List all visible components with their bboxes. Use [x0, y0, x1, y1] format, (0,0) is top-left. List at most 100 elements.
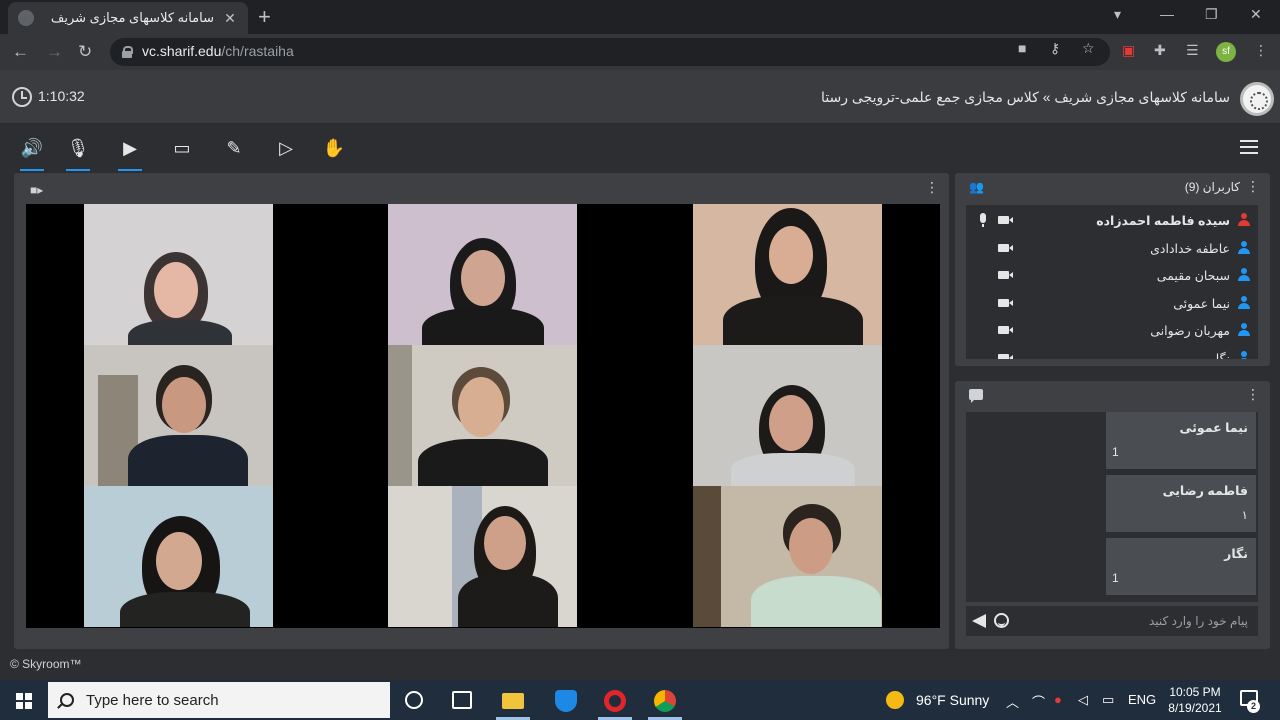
video-tile[interactable]	[388, 345, 577, 486]
task-view-icon[interactable]	[452, 691, 472, 709]
chat-more-icon[interactable]: ⋮	[1246, 386, 1260, 403]
breadcrumb: سامانه کلاسهای مجازی شریف » کلاس مجازی ج…	[821, 89, 1230, 105]
chat-messages: نیما عموئی 1 فاطمه رضایی ۱ نگار 1	[966, 412, 1258, 602]
video-tile[interactable]	[388, 486, 577, 627]
user-camera-icon	[998, 271, 1013, 279]
emoji-icon[interactable]	[994, 613, 1009, 628]
weather-text[interactable]: 96°F Sunny	[916, 692, 989, 708]
minimize-icon[interactable]: —	[1160, 6, 1174, 22]
send-icon[interactable]	[972, 614, 986, 628]
browser-tab-bar: سامانه کلاسهای مجازی شریف ✕ + ▾ — ❐ ✕	[0, 0, 1280, 34]
search-placeholder: Type here to search	[86, 691, 219, 709]
camera-permission-icon[interactable]: ■	[1018, 40, 1026, 56]
clock-time: 10:05 PM	[1169, 685, 1221, 699]
user-row[interactable]: عاطفه خدادادی	[966, 235, 1258, 262]
menu-icon[interactable]	[1240, 140, 1258, 154]
user-icon	[1238, 213, 1250, 227]
language-indicator[interactable]: ENG	[1128, 692, 1156, 707]
video-tile[interactable]	[693, 486, 882, 627]
video-tile[interactable]	[693, 204, 882, 345]
users-more-icon[interactable]: ⋮	[1246, 178, 1260, 195]
media-control-icon[interactable]: ☰	[1186, 42, 1199, 59]
back-arrow-icon[interactable]: ←	[12, 42, 29, 62]
user-name: نگار	[1209, 351, 1230, 360]
windows-start-icon[interactable]	[16, 693, 32, 709]
user-icon	[1238, 268, 1250, 282]
users-list: سیده فاطمه احمدزاده عاطفه خدادادی سبحان مق…	[966, 205, 1258, 359]
screen-share-icon[interactable]: ▭	[170, 136, 194, 160]
video-tile[interactable]	[693, 345, 882, 486]
tab-close-icon[interactable]: ✕	[222, 10, 238, 27]
close-window-icon[interactable]: ✕	[1250, 6, 1262, 23]
video-tile[interactable]	[84, 345, 273, 486]
search-icon	[60, 693, 74, 707]
users-panel-title: کاربران (9)	[1184, 180, 1240, 194]
message-author: نگار	[1224, 547, 1248, 561]
user-row[interactable]: مهربان رضوانی	[966, 317, 1258, 344]
shield-app-icon[interactable]	[555, 690, 577, 712]
taskbar-search[interactable]: Type here to search	[48, 682, 390, 718]
new-tab-button[interactable]: +	[258, 6, 271, 28]
brush-icon[interactable]: ✎	[222, 136, 246, 160]
message-author: فاطمه رضایی	[1162, 484, 1248, 498]
url-field[interactable]: vc.sharif.edu/ch/rastaiha	[110, 38, 1110, 66]
tab-favicon-icon	[18, 10, 34, 26]
show-hidden-icons[interactable]: ︿	[1006, 692, 1019, 711]
user-row[interactable]: سبحان مقیمی	[966, 262, 1258, 289]
camera-icon[interactable]: ▶	[118, 136, 142, 171]
user-name: مهربان رضوانی	[1150, 324, 1230, 338]
video-tile[interactable]	[84, 486, 273, 627]
restore-icon[interactable]: ❐	[1205, 6, 1218, 23]
copyright: © Skyroom™	[10, 657, 82, 671]
user-row[interactable]: نیما عموئی	[966, 290, 1258, 317]
video-tile[interactable]	[388, 204, 577, 345]
bookmark-star-icon[interactable]: ☆	[1082, 40, 1095, 57]
video-tile[interactable]	[84, 204, 273, 345]
battery-icon[interactable]: ▭	[1102, 692, 1114, 708]
extension-icon[interactable]: ▣	[1122, 42, 1135, 59]
chrome-icon[interactable]	[654, 690, 676, 712]
opera-icon[interactable]	[604, 690, 626, 712]
video-camera-icon: ■▸	[30, 183, 44, 197]
clock-date: 8/19/2021	[1168, 701, 1222, 715]
microphone-icon[interactable]: 🎙	[66, 136, 90, 171]
speaker-icon[interactable]: 🔊	[20, 136, 44, 171]
user-mic-icon	[980, 213, 986, 227]
user-name: نیما عموئی	[1173, 296, 1230, 311]
clock-icon	[12, 87, 32, 107]
lock-icon	[122, 46, 133, 58]
tab-search-icon[interactable]: ▾	[1114, 6, 1121, 23]
user-row[interactable]: سیده فاطمه احمدزاده	[966, 207, 1258, 234]
play-icon[interactable]: ▷	[274, 136, 298, 160]
warning-icon[interactable]: ●	[1054, 692, 1062, 707]
video-more-icon[interactable]: ⋮	[925, 179, 939, 196]
key-icon[interactable]: ⚷	[1050, 40, 1060, 57]
address-bar: ← → ↻ vc.sharif.edu/ch/rastaiha ■ ⚷ ☆ ▣ …	[0, 34, 1280, 70]
message-text: 1	[1112, 571, 1119, 585]
user-camera-icon	[998, 216, 1013, 224]
user-camera-icon	[998, 353, 1013, 359]
user-icon	[1238, 295, 1250, 310]
user-row[interactable]: نگار	[966, 345, 1258, 360]
clock[interactable]: 10:05 PM 8/19/2021	[1160, 684, 1230, 716]
volume-icon[interactable]: ◁	[1078, 692, 1088, 708]
chat-input[interactable]: پیام خود را وارد کنید	[1149, 614, 1248, 628]
user-camera-icon	[998, 298, 1013, 307]
browser-tab[interactable]: سامانه کلاسهای مجازی شریف ✕	[8, 2, 248, 34]
browser-menu-icon[interactable]: ⋮	[1254, 42, 1268, 59]
app-header: 1:10:32 سامانه کلاسهای مجازی شریف » کلاس…	[0, 70, 1280, 124]
user-icon	[1238, 350, 1250, 359]
user-icon	[1238, 240, 1250, 255]
reload-icon[interactable]: ↻	[78, 42, 92, 62]
raise-hand-icon[interactable]: ✋	[322, 136, 346, 160]
profile-avatar[interactable]: sf	[1216, 42, 1236, 62]
cortana-icon[interactable]	[405, 691, 423, 709]
tab-title: سامانه کلاسهای مجازی شریف	[50, 10, 214, 25]
network-icon[interactable]: ⌒	[1032, 692, 1045, 711]
video-panel: ■▸ ⋮	[14, 173, 949, 649]
forward-arrow-icon[interactable]: →	[46, 42, 63, 62]
users-panel: 👥 کاربران (9) ⋮ سیده فاطمه احمدزاده عاطفه…	[955, 173, 1270, 366]
file-explorer-icon[interactable]	[502, 693, 524, 709]
puzzle-icon[interactable]: ✚	[1154, 42, 1166, 59]
message-text: 1	[1112, 445, 1119, 459]
